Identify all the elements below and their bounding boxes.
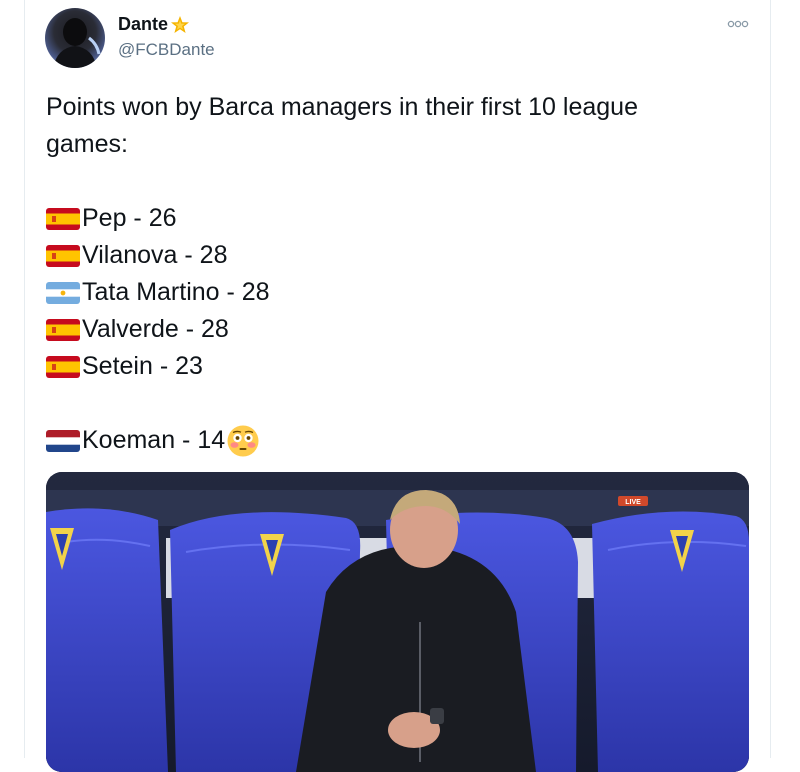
intro-line-2: games: <box>46 130 128 158</box>
flushed-face-icon <box>226 424 260 458</box>
manager-label: Setein - 23 <box>82 352 203 380</box>
manager-line: Setein - 23 <box>46 348 746 385</box>
manager-label: Tata Martino - 28 <box>82 278 270 306</box>
spain-flag-icon <box>46 318 80 341</box>
spain-flag-icon <box>46 355 80 378</box>
manager-line: Valverde - 28 <box>46 311 746 348</box>
card-border-right <box>770 0 771 758</box>
display-name[interactable]: Dante <box>118 14 168 35</box>
manager-line: Tata Martino - 28 <box>46 274 746 311</box>
intro-line-1: Points won by Barca managers in their fi… <box>46 93 638 121</box>
avatar[interactable] <box>45 8 105 68</box>
manager-line: Pep - 26 <box>46 200 746 237</box>
handle[interactable]: @FCBDante <box>118 40 215 60</box>
live-badge: LIVE <box>625 499 641 506</box>
manager-label: Valverde - 28 <box>82 315 229 343</box>
more-icon[interactable] <box>726 16 750 32</box>
spain-flag-icon <box>46 244 80 267</box>
card-border-left <box>24 0 25 758</box>
tweet-media-image[interactable]: LIVE <box>46 472 749 772</box>
spain-flag-icon <box>46 207 80 230</box>
manager-label: Vilanova - 28 <box>82 241 228 269</box>
manager-line: Vilanova - 28 <box>46 237 746 274</box>
manager-label: Pep - 26 <box>82 204 177 232</box>
netherlands-flag-icon <box>46 429 80 452</box>
tweet-text: Points won by Barca managers in their fi… <box>46 89 746 459</box>
author-name-row: Dante <box>118 14 190 35</box>
manager-line-koeman: Koeman - 14 <box>46 422 746 459</box>
argentina-flag-icon <box>46 281 80 304</box>
star-icon <box>170 15 190 35</box>
manager-label: Koeman - 14 <box>82 426 226 454</box>
